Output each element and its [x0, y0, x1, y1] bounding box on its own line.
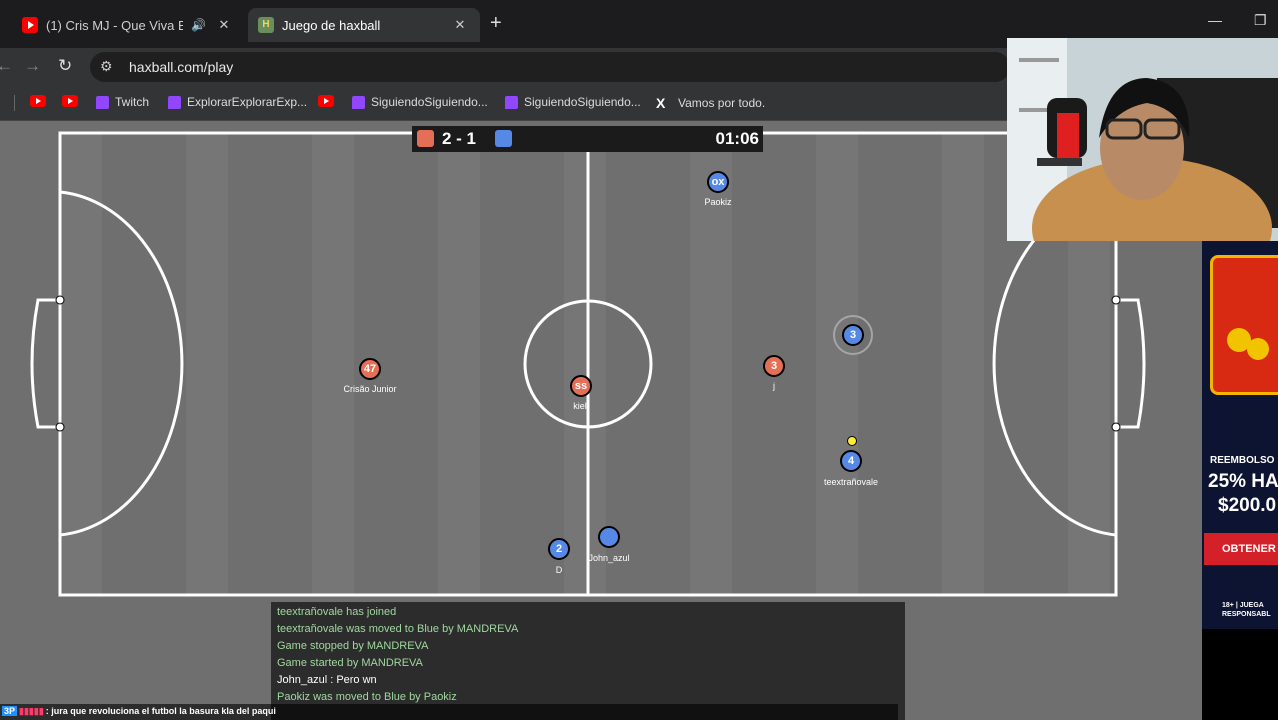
minimize-icon[interactable]: —	[1208, 12, 1222, 28]
match-timer: 01:06	[715, 129, 759, 148]
field-stripes	[60, 133, 1110, 595]
restore-icon[interactable]: ❐	[1254, 12, 1267, 29]
tab-haxball[interactable]: H Juego de haxball ✕	[248, 8, 480, 42]
address-bar[interactable]: ⚙ haxball.com/play	[90, 52, 1010, 82]
bookmark-item[interactable]: Twitch	[96, 95, 149, 109]
ad-text: REEMBOLSO	[1210, 455, 1275, 466]
slot-machine-graphic	[1210, 255, 1278, 395]
chat-message: teextrañovale has joined	[277, 606, 397, 618]
blue-team-icon	[495, 130, 512, 147]
player-disc	[598, 526, 620, 548]
bookmark-label: SiguiendoSiguiendo...	[371, 95, 488, 109]
tab-title: Juego de haxball	[282, 17, 381, 33]
twitch-icon	[352, 95, 365, 109]
player-disc: 4	[840, 450, 862, 472]
youtube-icon	[22, 17, 38, 33]
player-name: kiell	[573, 401, 589, 411]
chat-message: teextrañovale was moved to Blue by MANDR…	[277, 623, 519, 635]
bookmark-label: SiguiendoSiguiendo...	[524, 95, 641, 109]
ad-footer-line: RESPONSABL	[1222, 611, 1271, 618]
game-chat-log[interactable]: teextrañovale has joined teextrañovale w…	[271, 602, 905, 720]
twitch-icon	[168, 95, 181, 109]
reload-icon[interactable]: ↻	[58, 56, 72, 76]
scoreboard: 2 - 1 01:06	[412, 126, 763, 152]
chat-message: Game stopped by MANDREVA	[277, 640, 429, 652]
chat-message: Game started by MANDREVA	[277, 657, 423, 669]
chat-message: John_azul : Pero wn	[277, 674, 377, 686]
bookmark-label: ExplorarExplorarExp...	[187, 95, 308, 109]
close-tab-icon[interactable]: ✕	[450, 17, 470, 33]
score: 2 - 1	[442, 129, 477, 148]
bookmark-item[interactable]	[30, 95, 52, 107]
ad-text: 25% HA	[1208, 471, 1278, 492]
bookmark-separator	[14, 95, 15, 111]
ad-footer-line: 18+ | JUEGA	[1222, 602, 1264, 609]
bookmark-item[interactable]: SiguiendoSiguiendo...	[352, 95, 488, 109]
bookmark-label: Vamos por todo.	[678, 96, 766, 110]
site-settings-icon[interactable]: ⚙	[100, 58, 113, 75]
stream-chat-overlay: 3P ▮▮▮▮▮: jura que revoluciona el futbol …	[2, 706, 276, 717]
bookmark-item[interactable]	[62, 95, 84, 107]
twitch-icon	[96, 95, 109, 109]
bookmark-label: Twitch	[115, 95, 150, 109]
cherry-icon	[1247, 338, 1269, 360]
player-name: John_azul	[588, 553, 630, 563]
player-disc: 47	[359, 358, 381, 380]
tab-youtube[interactable]: (1) Cris MJ - Que Viva El Mo 🔊 ✕	[0, 8, 244, 42]
player-disc: ss	[570, 375, 592, 397]
ad-footer: 18+ | JUEGA RESPONSABL	[1222, 601, 1271, 619]
ad-text: $200.0	[1218, 495, 1277, 516]
back-arrow-icon[interactable]: ←	[0, 56, 13, 76]
youtube-icon	[62, 95, 78, 107]
player-name: teextrañovale	[823, 477, 879, 487]
player-disc: 3	[763, 355, 785, 377]
close-tab-icon[interactable]: ✕	[214, 17, 234, 33]
bookmark-item[interactable]	[318, 95, 340, 107]
player-disc: 2	[548, 538, 570, 560]
casino-ad-banner[interactable]: REEMBOLSO 25% HA $200.0 OBTENER 18+ | JU…	[1202, 241, 1278, 629]
url-text: haxball.com/play	[129, 59, 234, 75]
player-name: D	[555, 565, 563, 575]
chat-message: Paokiz was moved to Blue by Paokiz	[277, 691, 457, 703]
black-panel	[1202, 629, 1278, 720]
x-icon: X	[656, 95, 666, 111]
player-name: Paokiz	[704, 197, 732, 207]
player-name: Crisão Junior	[343, 384, 397, 394]
player-name: j	[773, 381, 775, 391]
speaker-icon[interactable]: 🔊	[191, 18, 206, 32]
webcam-overlay	[1007, 38, 1278, 241]
chat-badge: 3P	[2, 706, 18, 716]
bookmark-item[interactable]: X Vamos por todo.	[656, 95, 765, 111]
ball	[847, 436, 857, 446]
chat-username: ▮▮▮▮▮	[19, 706, 44, 716]
new-tab-button[interactable]: +	[490, 12, 502, 35]
youtube-icon	[30, 95, 46, 107]
tab-title: (1) Cris MJ - Que Viva El Mo	[46, 17, 184, 33]
twitch-icon	[505, 95, 518, 109]
ad-cta-button[interactable]: OBTENER	[1204, 533, 1278, 565]
bookmark-item[interactable]: SiguiendoSiguiendo...	[505, 95, 641, 109]
player-disc: 3	[842, 324, 864, 346]
forward-arrow-icon[interactable]: →	[24, 56, 41, 76]
bookmark-item[interactable]: ExplorarExplorarExp...	[168, 95, 307, 109]
red-team-icon	[417, 130, 434, 147]
haxball-icon: H	[258, 17, 274, 33]
youtube-icon	[318, 95, 334, 107]
player-disc: ox	[707, 171, 729, 193]
chat-text: : jura que revoluciona el futbol la basu…	[45, 706, 276, 716]
